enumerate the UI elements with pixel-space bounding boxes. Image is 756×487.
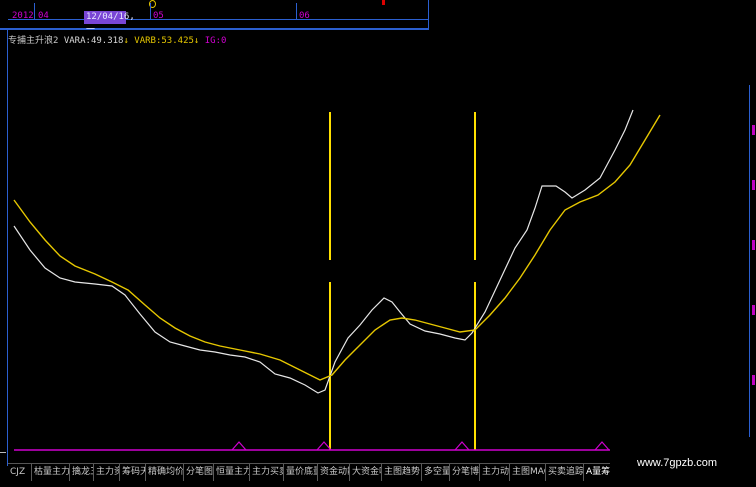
tab-liangjia[interactable]: 量价底量 (284, 464, 318, 481)
tab-chouma[interactable]: 筹码天使 (120, 464, 146, 481)
indicator-tab-bar: CJZ 枯量主力 擒龙三线 主力资金 筹码天使 精确均价 分笔图 恒量主力 主力… (8, 463, 610, 481)
tab-fenbi-boyi[interactable]: 分笔博弈 (450, 464, 480, 481)
tab-hengliang[interactable]: 恒量主力 (214, 464, 250, 481)
tab-zhuli-maimai[interactable]: 主力买卖( (250, 464, 284, 481)
baseline-peak (231, 441, 247, 451)
tab-zhuli-dongxiang[interactable]: 主力动向 (480, 464, 510, 481)
tab-zhuli-zijin[interactable]: 主力资金 (94, 464, 120, 481)
baseline-peak (594, 441, 610, 451)
watermark: www.7gpzb.com (637, 457, 718, 469)
baseline-peak (454, 441, 470, 451)
tab-fenbitu[interactable]: 分笔图 (184, 464, 214, 481)
tab-duokong[interactable]: 多空量 (422, 464, 450, 481)
tab-cjz[interactable]: CJZ (8, 464, 32, 481)
varb-line (13, 114, 661, 381)
tab-jingque[interactable]: 精确均价 (146, 464, 184, 481)
tab-qinlong[interactable]: 擒龙三线 (70, 464, 94, 481)
baseline-peak (316, 441, 332, 451)
tab-dazijin[interactable]: 大资金吸 (350, 464, 382, 481)
indicator-chart[interactable] (0, 0, 756, 487)
tab-kuliang[interactable]: 枯量主力 (32, 464, 70, 481)
tab-zhutu-qushi[interactable]: 主图趋势 (382, 464, 422, 481)
tab-zhutu-macd[interactable]: 主图MACD (510, 464, 546, 481)
tab-maimai-zhuizong[interactable]: 买卖追踪 (546, 464, 584, 481)
vara-line (13, 109, 634, 394)
tab-a-liangchou[interactable]: A量筹 (584, 464, 610, 481)
tab-zijin-dongneng[interactable]: 资金动能 (318, 464, 350, 481)
